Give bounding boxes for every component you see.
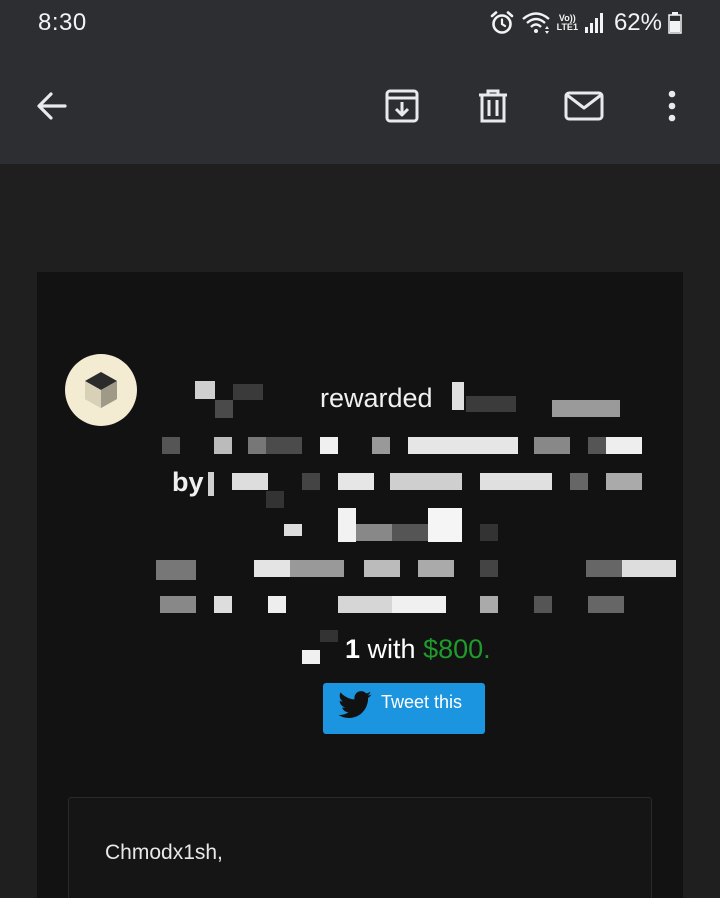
bounty-amount: $800. xyxy=(423,634,491,664)
redacted-block xyxy=(195,381,215,399)
tweet-this-button[interactable]: Tweet this xyxy=(323,683,485,734)
redacted-block xyxy=(570,473,588,490)
redacted-block xyxy=(480,560,498,577)
redacted-block xyxy=(302,473,320,490)
redacted-block xyxy=(268,596,286,613)
redacted-block xyxy=(338,596,392,613)
bounty-with: with xyxy=(367,634,416,664)
redacted-block xyxy=(480,524,498,541)
redacted-block xyxy=(266,491,284,508)
redacted-block xyxy=(588,596,624,613)
redacted-block xyxy=(320,630,338,642)
message-box: Chmodx1sh, xyxy=(68,797,652,898)
back-arrow-icon xyxy=(37,92,67,120)
redacted-block xyxy=(534,596,552,613)
redacted-block xyxy=(466,396,516,412)
redacted-block xyxy=(214,596,232,613)
redacted-block xyxy=(248,437,266,454)
redacted-block xyxy=(254,560,290,577)
redacted-block xyxy=(208,472,214,496)
redacted-block xyxy=(356,524,392,541)
redacted-block xyxy=(364,560,400,577)
delete-button[interactable] xyxy=(471,84,515,128)
redacted-block xyxy=(266,437,302,454)
redacted-block xyxy=(215,400,233,418)
tweet-this-label: Tweet this xyxy=(381,692,463,712)
redacted-block xyxy=(586,560,622,577)
redacted-block xyxy=(233,384,263,400)
redacted-block xyxy=(606,473,642,490)
redacted-block xyxy=(160,596,196,613)
rewarded-text: rewarded xyxy=(320,383,433,413)
redacted-block xyxy=(214,437,232,454)
by-text: by xyxy=(172,467,204,497)
redacted-block xyxy=(480,473,552,490)
redacted-block xyxy=(552,400,620,417)
archive-button[interactable] xyxy=(380,84,424,128)
sender-avatar xyxy=(65,354,137,426)
redacted-block xyxy=(480,596,498,613)
archive-icon xyxy=(385,89,419,123)
signal-icon xyxy=(584,13,603,33)
redacted-block xyxy=(534,437,570,454)
redacted-block xyxy=(290,560,344,577)
volte-indicator: Vo)) LTE1 xyxy=(556,13,578,32)
redacted-block xyxy=(156,560,196,580)
redacted-block xyxy=(232,473,268,490)
trash-icon xyxy=(479,89,507,123)
redacted-block xyxy=(162,437,180,454)
status-time: 8:30 xyxy=(38,9,87,36)
battery-percent: 62% xyxy=(613,9,662,36)
redacted-block xyxy=(302,650,320,664)
redacted-block xyxy=(428,508,462,542)
mark-unread-button[interactable] xyxy=(562,84,606,128)
status-icons: Vo)) LTE1 62% xyxy=(489,8,682,38)
redacted-block xyxy=(338,473,374,490)
redacted-block xyxy=(606,437,642,454)
battery-icon xyxy=(668,12,682,34)
alarm-icon xyxy=(490,11,513,34)
redacted-block xyxy=(372,437,390,454)
hackerone-logo-icon xyxy=(85,372,117,408)
redacted-block xyxy=(622,560,676,577)
greeting-text: Chmodx1sh, xyxy=(105,841,223,864)
more-options-button[interactable] xyxy=(650,84,694,128)
mail-icon xyxy=(564,91,604,121)
bounty-text: 1 with $800. xyxy=(345,634,491,665)
back-button[interactable] xyxy=(30,84,74,128)
redacted-block xyxy=(284,524,302,536)
bounty-number: 1 xyxy=(345,634,361,664)
redacted-block xyxy=(392,596,446,613)
redacted-block xyxy=(392,524,428,541)
more-vertical-icon xyxy=(668,90,676,122)
wifi-icon xyxy=(521,12,550,34)
redacted-block xyxy=(338,508,356,542)
redacted-block xyxy=(408,437,518,454)
redacted-block xyxy=(320,437,338,454)
twitter-bird-icon xyxy=(338,691,372,718)
status-bar: 8:30 Vo)) LTE1 62% xyxy=(0,0,720,48)
redacted-block xyxy=(452,382,464,410)
redacted-block xyxy=(588,437,606,454)
redacted-block xyxy=(418,560,454,577)
redacted-block xyxy=(390,473,462,490)
app-bar xyxy=(0,48,720,164)
